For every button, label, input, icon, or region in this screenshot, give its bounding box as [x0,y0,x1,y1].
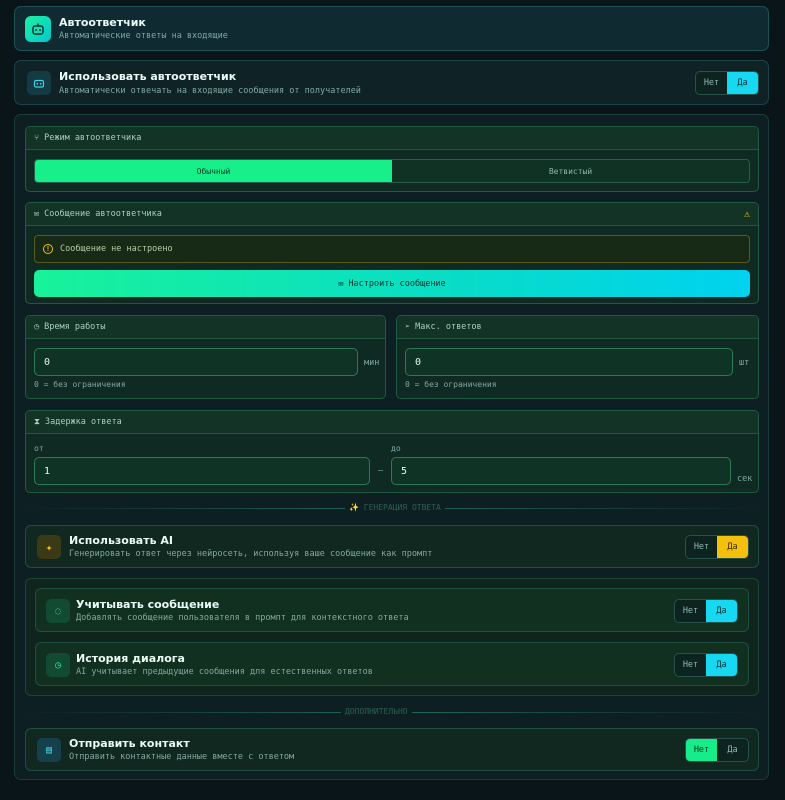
toggle-yes[interactable]: Да [706,654,737,676]
send-contact-subtitle: Отправить контактные данные вместе с отв… [69,752,295,762]
mail-icon: ✉ [34,209,40,219]
dialog-history-row: ◷ История диалога AI учитывает предыдущи… [35,642,749,686]
message-panel: ✉ Сообщение автоответчика ⚠ ! Сообщение … [25,202,759,304]
warning-icon: ⚠ [743,208,750,220]
send-contact-title: Отправить контакт [69,737,190,750]
use-ai-title: Использовать AI [69,534,173,547]
settings-container: ⑂ Режим автоответчика Обычный Ветвистый … [14,114,769,780]
max-replies-header: ➢ Макс. ответов [397,316,758,339]
message-warning-text: Сообщение не настроено [60,244,173,254]
delay-title: Задержка ответа [44,417,122,427]
toggle-no[interactable]: Нет [675,600,706,622]
consider-message-subtitle: Добавлять сообщение пользователя в промп… [76,613,409,623]
mode-option-normal[interactable]: Обычный [35,160,392,182]
toggle-yes[interactable]: Да [727,72,758,94]
delay-from-label: от [34,444,44,453]
toggle-no[interactable]: Нет [696,72,727,94]
send-icon: ➢ [405,322,411,332]
toggle-yes[interactable]: Да [706,600,737,622]
contact-card-icon: ▤ [37,738,61,762]
consider-message-toggle[interactable]: Нет Да [674,599,738,623]
clock-icon: ◷ [34,322,40,332]
sparkles-icon: ✦ [37,535,61,559]
work-time-hint: 0 = без ограничения [34,380,126,389]
dialog-history-title: История диалога [76,652,185,665]
delay-panel: ⧗ Задержка ответа от 1 – до 5 сек [25,410,759,493]
work-time-panel: ◷ Время работы 0 мин 0 = без ограничения [25,315,386,399]
consider-message-row: ◌ Учитывать сообщение Добавлять сообщени… [35,588,749,632]
use-autoresponder-row: Использовать автоответчик Автоматически … [14,60,769,105]
history-clock-icon: ◷ [46,653,70,677]
alert-circle-icon: ! [43,244,53,254]
toggle-yes[interactable]: Да [717,739,748,761]
dialog-history-subtitle: AI учитывает предыдущие сообщения для ес… [76,667,373,677]
robot-icon [25,16,51,42]
chat-icon: ◌ [46,599,70,623]
max-replies-panel: ➢ Макс. ответов 0 шт 0 = без ограничения [396,315,759,399]
work-time-header: ◷ Время работы [26,316,385,339]
use-ai-row: ✦ Использовать AI Генерировать ответ чер… [25,525,759,568]
hourglass-icon: ⧗ [34,417,40,427]
toggle-no[interactable]: Нет [686,536,717,558]
max-replies-hint: 0 = без ограничения [405,380,497,389]
toggle-yes[interactable]: Да [717,536,748,558]
toggle-no[interactable]: Нет [675,654,706,676]
message-title: Сообщение автоответчика [44,209,162,219]
work-time-title: Время работы [44,322,106,332]
work-time-input[interactable]: 0 [34,348,358,376]
dialog-history-toggle[interactable]: Нет Да [674,653,738,677]
ai-options-container: ◌ Учитывать сообщение Добавлять сообщени… [25,578,759,696]
send-contact-toggle[interactable]: Нет Да [685,738,749,762]
max-replies-title: Макс. ответов [415,322,482,332]
max-replies-input[interactable]: 0 [405,348,733,376]
delay-to-label: до [391,444,401,453]
configure-message-label: Настроить сообщение [348,278,446,289]
configure-message-button[interactable]: ✉ Настроить сообщение [34,270,750,297]
toggle-no[interactable]: Нет [686,739,717,761]
extra-divider-label: ДОПОЛНИТЕЛЬНО [341,707,412,716]
page-title: Автоответчик [59,16,146,29]
delay-header: ⧗ Задержка ответа [26,411,758,434]
delay-to-input[interactable]: 5 [391,457,731,485]
use-autoresponder-title: Использовать автоответчик [59,70,237,83]
branch-icon: ⑂ [34,133,40,143]
mode-header: ⑂ Режим автоответчика [26,127,758,150]
mail-icon: ✉ [338,278,344,289]
message-header: ✉ Сообщение автоответчика ⚠ [26,203,758,226]
message-warning: ! Сообщение не настроено [34,235,750,263]
mode-selector: Обычный Ветвистый [34,159,750,183]
max-replies-unit: шт [739,358,750,368]
use-ai-toggle[interactable]: Нет Да [685,535,749,559]
delay-separator: – [378,466,384,476]
send-contact-row: ▤ Отправить контакт Отправить контактные… [25,728,759,771]
use-ai-subtitle: Генерировать ответ через нейросеть, испо… [69,549,433,559]
mode-title: Режим автоответчика [44,133,142,143]
use-autoresponder-toggle[interactable]: Нет Да [695,71,759,95]
work-time-unit: мин [364,358,380,368]
mode-option-branched[interactable]: Ветвистый [392,160,749,182]
use-autoresponder-subtitle: Автоматически отвечать на входящие сообщ… [59,86,361,96]
ai-divider-label: ✨ ГЕНЕРАЦИЯ ОТВЕТА [345,503,445,512]
delay-unit: сек [737,474,753,484]
mode-panel: ⑂ Режим автоответчика Обычный Ветвистый [25,126,759,192]
consider-message-title: Учитывать сообщение [76,598,220,611]
page-header: Автоответчик Автоматические ответы на вх… [14,6,769,51]
delay-from-input[interactable]: 1 [34,457,370,485]
page-subtitle: Автоматические ответы на входящие [59,31,228,41]
bot-icon [27,71,51,95]
